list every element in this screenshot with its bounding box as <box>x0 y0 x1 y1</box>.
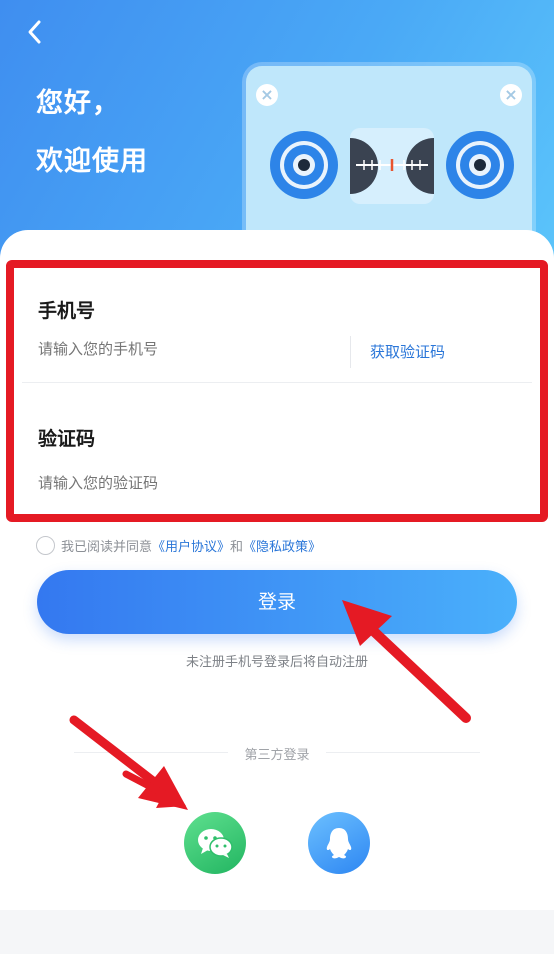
chevron-left-icon <box>28 20 41 44</box>
header-illustration: × × <box>246 66 532 256</box>
annotation-highlight-box <box>6 260 548 522</box>
agreement-and: 和 <box>230 540 244 555</box>
divider <box>326 752 480 753</box>
greeting: 您好， 欢迎使用 <box>36 84 148 200</box>
privacy-policy-link[interactable]: 《隐私政策》 <box>243 536 321 555</box>
agreement-row: 我已阅读并同意 《用户协议》 和 《隐私政策》 <box>36 536 321 555</box>
qq-icon <box>326 828 352 859</box>
close-icon: × <box>256 84 278 106</box>
auto-register-hint: 未注册手机号登录后将自动注册 <box>185 655 368 670</box>
wechat-login-button[interactable] <box>184 812 246 874</box>
agreement-prefix: 我已阅读并同意 <box>61 540 153 555</box>
greeting-line-2: 欢迎使用 <box>36 146 148 177</box>
greeting-line-1: 您好， <box>36 88 120 119</box>
bottom-bar <box>0 910 554 954</box>
close-icon: × <box>500 84 522 106</box>
user-agreement-link[interactable]: 《用户协议》 <box>152 536 230 555</box>
agreement-checkbox[interactable] <box>36 536 55 555</box>
wechat-icon <box>198 829 233 858</box>
qq-login-button[interactable] <box>308 812 370 874</box>
back-button[interactable] <box>16 14 52 50</box>
third-party-title: 第三方登录 <box>244 748 310 763</box>
cassette-icon <box>270 128 514 204</box>
login-button[interactable]: 登录 <box>37 570 517 634</box>
